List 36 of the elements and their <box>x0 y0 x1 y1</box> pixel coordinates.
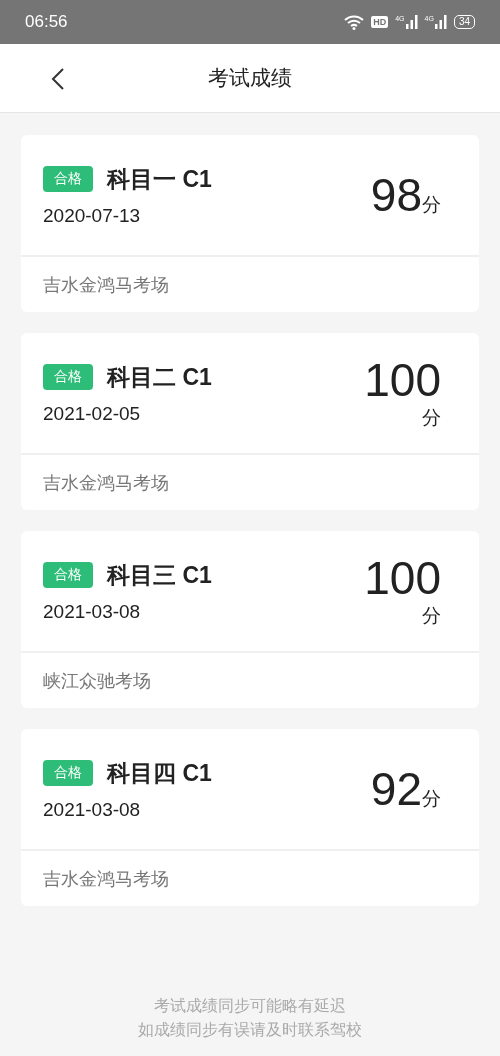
exam-venue: 吉水金鸿马考场 <box>43 273 169 297</box>
status-time: 06:56 <box>25 12 69 32</box>
result-card[interactable]: 合格 科目二 C1 2021-02-05 100 分 吉水金鸿马考场 <box>21 333 479 510</box>
score-unit: 分 <box>422 604 441 628</box>
page-title: 考试成绩 <box>208 65 292 91</box>
result-card[interactable]: 合格 科目一 C1 2020-07-13 98分 吉水金鸿马考场 <box>21 135 479 312</box>
exam-venue: 吉水金鸿马考场 <box>43 471 169 495</box>
battery-icon: 34 <box>453 15 475 29</box>
wifi-icon <box>344 14 365 30</box>
footer-note: 如成绩同步有误请及时联系驾校 <box>138 1020 362 1040</box>
exam-date: 2021-02-05 <box>43 402 142 425</box>
status-badge: 合格 <box>43 364 93 390</box>
subject-title: 科目一 C1 <box>107 164 212 194</box>
hd-icon: HD <box>371 16 389 28</box>
score-unit: 分 <box>422 194 441 217</box>
subject-title: 科目二 C1 <box>107 362 212 392</box>
exam-venue: 吉水金鸿马考场 <box>43 867 169 891</box>
status-badge: 合格 <box>43 760 93 786</box>
footer-note: 考试成绩同步可能略有延迟 <box>154 996 346 1016</box>
subject-title: 科目三 C1 <box>107 560 212 590</box>
score-value: 98 <box>370 170 422 220</box>
exam-venue: 峡江众驰考场 <box>43 669 151 693</box>
exam-date: 2020-07-13 <box>43 204 142 227</box>
exam-date: 2021-03-08 <box>43 600 142 623</box>
back-icon[interactable] <box>50 68 66 90</box>
status-badge: 合格 <box>43 166 93 192</box>
subject-title: 科目四 C1 <box>107 758 212 788</box>
score-value: 100 <box>364 355 441 405</box>
exam-date: 2021-03-08 <box>43 798 142 821</box>
score-value: 100 <box>364 553 441 603</box>
result-card[interactable]: 合格 科目三 C1 2021-03-08 100 分 峡江众驰考场 <box>21 531 479 708</box>
score-unit: 分 <box>422 406 441 430</box>
status-badge: 合格 <box>43 562 93 588</box>
score-unit: 分 <box>422 788 441 811</box>
score-value: 92 <box>370 764 422 814</box>
result-card[interactable]: 合格 科目四 C1 2021-03-08 92分 吉水金鸿马考场 <box>21 729 479 906</box>
